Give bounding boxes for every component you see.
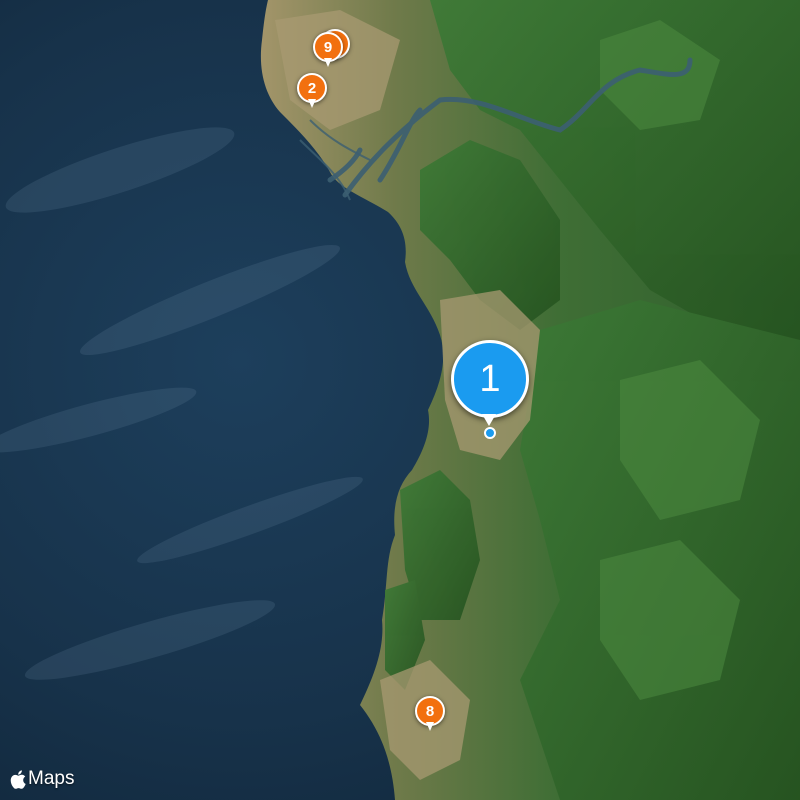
map-view[interactable]: 9 2 1 8 Maps [0,0,800,800]
marker-9[interactable]: 9 [313,32,343,72]
marker-1-tail [482,414,496,426]
marker-1-location-dot [484,427,496,439]
marker-2-tail [308,99,316,108]
satellite-imagery [0,0,800,800]
marker-2[interactable]: 2 [297,73,327,113]
marker-9-tail [324,58,332,67]
marker-8-tail [426,722,434,731]
marker-1-label: 1 [451,340,529,418]
maps-attribution-label: Maps [28,768,75,789]
marker-8[interactable]: 8 [415,696,445,736]
maps-attribution[interactable]: Maps [10,768,74,790]
apple-logo-icon [10,769,26,789]
marker-1-selected[interactable]: 1 [451,340,529,439]
